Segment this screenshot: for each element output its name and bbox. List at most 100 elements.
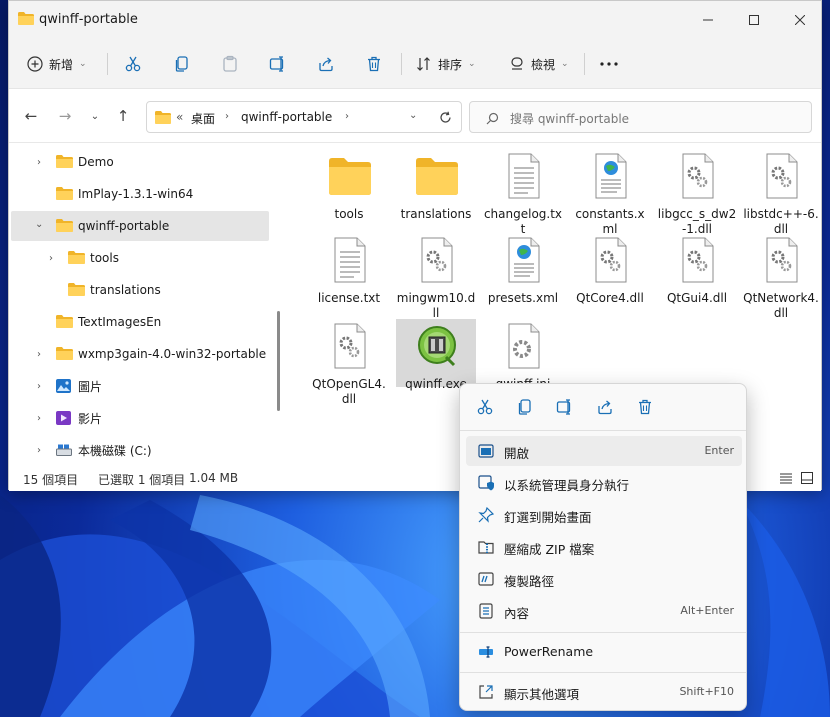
share-icon[interactable] (596, 398, 614, 416)
file-item-mingwm10-dll[interactable]: mingwm10.dll (396, 233, 476, 320)
copy-icon[interactable] (516, 398, 534, 416)
nav-item-translations[interactable]: translations (11, 275, 269, 305)
file-item-changelog[interactable]: changelog.txt (483, 149, 563, 236)
pictures-icon (56, 379, 71, 393)
chevron-right-icon[interactable]: › (37, 445, 41, 456)
breadcrumb-desktop[interactable]: 桌面 (191, 110, 215, 127)
scissors-icon[interactable] (476, 398, 494, 416)
scissors-icon (125, 56, 141, 72)
new-label: 新增 (49, 57, 74, 72)
view-icon (511, 57, 523, 70)
file-item-qtcore4-dll[interactable]: QtCore4.dll (570, 233, 650, 313)
nav-item-label: TextImagesEn (78, 315, 162, 329)
details-view-icon[interactable] (780, 473, 792, 484)
paste-button[interactable] (221, 50, 239, 78)
file-item-tools[interactable]: tools (309, 149, 389, 229)
menu-item-properties[interactable]: 內容 Alt+Enter (466, 596, 742, 626)
menu-shortcut: Shift+F10 (679, 685, 734, 698)
sort-label: 排序 (438, 57, 463, 72)
chevron-right-icon[interactable]: › (37, 413, 41, 424)
chevron-right-icon[interactable]: › (37, 381, 41, 392)
title-bar: qwinff-portable (9, 1, 821, 39)
breadcrumb-overflow[interactable]: « (176, 110, 183, 124)
menu-label: 以系統管理員身分執行 (504, 478, 630, 493)
file-item-translations[interactable]: translations (396, 149, 476, 229)
selected-size: 1.04 MB (189, 471, 239, 485)
folder-icon (155, 111, 171, 124)
nav-item-demo[interactable]: › Demo (11, 147, 269, 177)
folder-icon (18, 12, 34, 25)
file-item-license[interactable]: license.txt (309, 233, 389, 313)
menu-item-copy-path[interactable]: 複製路徑 (466, 564, 742, 594)
minimize-button[interactable] (685, 7, 731, 33)
up-button[interactable]: ↑ (113, 106, 133, 126)
menu-item-pin-to-start[interactable]: 釘選到開始畫面 (466, 500, 742, 530)
tiles-view-icon[interactable] (801, 472, 813, 484)
window-title: qwinff-portable (39, 12, 138, 27)
file-item-qtnetwork4-dll[interactable]: QtNetwork4.dll (741, 233, 821, 320)
nav-item-qwinff-portable[interactable]: ⌄ qwinff-portable (11, 211, 269, 241)
nav-item-tools[interactable]: › tools (11, 243, 269, 273)
close-button[interactable] (777, 7, 823, 33)
breadcrumb-current[interactable]: qwinff-portable (241, 110, 332, 124)
nav-item-implay[interactable]: ImPlay-1.3.1-win64 (11, 179, 269, 209)
menu-item-compress-zip[interactable]: 壓縮成 ZIP 檔案 (466, 532, 742, 562)
xml-file-icon (595, 153, 627, 199)
view-button[interactable]: 檢視 ⌄ (509, 50, 569, 78)
file-item-libgcc-dll[interactable]: libgcc_s_dw2-1.dll (657, 149, 737, 236)
file-name: presets.xml (487, 291, 559, 305)
chevron-down-icon[interactable]: ⌄ (35, 219, 43, 230)
nav-item-label: tools (90, 251, 119, 265)
chevron-down-icon[interactable]: ⌄ (409, 110, 417, 121)
delete-button[interactable] (365, 50, 383, 78)
file-item-qtopengl4-dll[interactable]: QtOpenGL4.dll (309, 319, 389, 406)
more-options-button[interactable] (599, 50, 619, 78)
nav-item-pictures[interactable]: › 圖片 (11, 371, 269, 401)
nav-item-wxmp3gain[interactable]: › wxmp3gain-4.0-win32-portable (11, 339, 269, 369)
file-name: translations (400, 207, 472, 221)
forward-button[interactable]: → (55, 106, 75, 126)
nav-item-local-disk-c[interactable]: › 本機磁碟 (C:) (11, 435, 269, 465)
rename-button[interactable] (269, 50, 287, 78)
drive-icon (56, 444, 72, 456)
cut-button[interactable] (124, 50, 142, 78)
file-item-constants-xml[interactable]: constants.xml (570, 149, 650, 236)
sort-button[interactable]: 排序 ⌄ (416, 50, 476, 78)
back-button[interactable]: ← (21, 106, 41, 126)
context-menu: 開啟 Enter 以系統管理員身分執行 釘選到開始畫面 壓縮成 ZIP 檔案 複… (459, 383, 747, 711)
menu-item-powerrename[interactable]: PowerRename (466, 637, 742, 667)
folder-icon (329, 158, 371, 195)
maximize-button[interactable] (731, 7, 777, 33)
zip-folder-icon (478, 541, 494, 554)
text-file-icon (508, 153, 540, 199)
copy-button[interactable] (173, 50, 191, 78)
recent-locations-button[interactable]: ⌄ (85, 106, 105, 126)
chevron-right-icon[interactable]: › (49, 253, 53, 264)
nav-item-label: 圖片 (78, 379, 103, 394)
chevron-right-icon[interactable]: › (37, 349, 41, 360)
nav-item-textimagesen[interactable]: TextImagesEn (11, 307, 269, 337)
file-item-libstdc-dll[interactable]: libstdc++-6.dll (741, 149, 821, 236)
trash-icon[interactable] (636, 398, 654, 416)
minimize-icon (703, 19, 713, 21)
rename-icon[interactable] (556, 398, 574, 416)
menu-item-run-as-admin[interactable]: 以系統管理員身分執行 (466, 468, 742, 498)
refresh-icon[interactable] (439, 111, 452, 124)
pin-icon (478, 507, 494, 523)
file-item-presets-xml[interactable]: presets.xml (483, 233, 563, 313)
chevron-down-icon: ⌄ (79, 59, 87, 69)
menu-item-open[interactable]: 開啟 Enter (466, 436, 742, 466)
file-item-qwinff-exe[interactable]: qwinff.exe (396, 319, 476, 391)
scrollbar-thumb[interactable] (277, 311, 280, 411)
new-button[interactable]: 新增 ⌄ (27, 50, 87, 78)
file-item-qtgui4-dll[interactable]: QtGui4.dll (657, 233, 737, 313)
plus-circle-icon (27, 56, 43, 72)
menu-item-show-more-options[interactable]: 顯示其他選項 Shift+F10 (466, 677, 742, 707)
nav-item-videos[interactable]: › 影片 (11, 403, 269, 433)
search-box[interactable]: 搜尋 qwinff-portable (469, 101, 812, 133)
address-bar[interactable]: « 桌面 › qwinff-portable › ⌄ (146, 101, 462, 133)
share-button[interactable] (317, 50, 335, 78)
chevron-right-icon[interactable]: › (37, 157, 41, 168)
text-file-icon (334, 237, 366, 283)
properties-icon (479, 603, 493, 619)
